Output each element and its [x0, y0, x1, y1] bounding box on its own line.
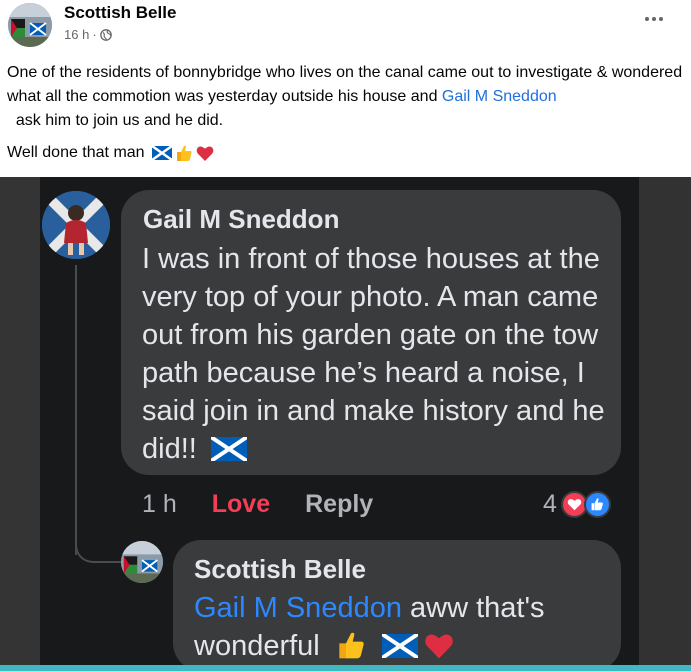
post-text-part2: ask him to join us and he did. — [7, 112, 224, 129]
post-meta: 16 h · — [64, 27, 112, 42]
scottish-flag-icon — [209, 435, 249, 463]
comment-body: I was in front of those houses at the ve… — [142, 243, 605, 465]
comment-time: 1 h — [142, 489, 177, 518]
reply-avatar-image — [121, 541, 163, 583]
post-time[interactable]: 16 h — [64, 27, 89, 42]
screenshot-right-margin — [639, 177, 691, 671]
post-text-line2: Well done that man — [7, 141, 214, 165]
screenshot-left-margin — [0, 177, 40, 671]
thumbs-up-icon — [591, 498, 604, 511]
dot-icon — [645, 17, 649, 21]
reply-author-avatar — [121, 541, 163, 583]
reply-button: Reply — [305, 489, 374, 518]
post-author-name[interactable]: Scottish Belle — [64, 3, 176, 23]
reaction-summary: 4 — [543, 487, 611, 521]
meta-separator: · — [92, 27, 97, 42]
avatar-image — [8, 3, 52, 47]
post-line2-text: Well done that man — [7, 144, 145, 161]
post-text-part1: One of the residents of bonnybridge who … — [7, 64, 683, 105]
thumbs-up-icon — [176, 145, 192, 161]
love-reaction-button: Love — [211, 489, 271, 518]
thumbs-up-icon — [339, 632, 364, 659]
scottish-flag-icon — [151, 146, 172, 160]
reaction-count: 4 — [543, 489, 557, 518]
comment-bubble: Gail M Sneddon I was in front of those h… — [121, 190, 621, 475]
commenter-avatar-image — [42, 191, 110, 259]
reply-mention: Gail M Sneddon — [194, 592, 402, 624]
post-text: One of the residents of bonnybridge who … — [7, 61, 683, 133]
post-author-avatar[interactable] — [8, 3, 52, 47]
post-mention-link[interactable]: Gail M Sneddon — [442, 88, 557, 105]
more-options-button[interactable] — [643, 12, 665, 26]
screenshot-bottom-bar — [0, 665, 691, 671]
dot-icon — [659, 17, 663, 21]
red-heart-icon — [425, 634, 453, 659]
reply-text: Gail M Sneddon aww that's wonderful — [194, 589, 614, 665]
globe-icon[interactable] — [99, 28, 112, 41]
reply-author-name: Scottish Belle — [194, 554, 366, 584]
shared-comment-screenshot[interactable]: Gail M Sneddon I was in front of those h… — [0, 177, 691, 671]
comment-actions: 1 h Love Reply — [142, 487, 373, 521]
red-heart-icon — [196, 146, 213, 161]
comment-author-name: Gail M Sneddon — [143, 204, 340, 234]
commenter-avatar — [42, 191, 110, 259]
scottish-flag-icon — [380, 632, 419, 660]
comment-text: I was in front of those houses at the ve… — [142, 240, 612, 468]
thread-connector — [75, 537, 123, 563]
reply-bubble: Scottish Belle Gail M Sneddon aww that's… — [173, 540, 621, 671]
dot-icon — [652, 17, 656, 21]
thread-line — [75, 265, 77, 555]
heart-icon — [567, 498, 582, 510]
like-reaction-icon — [583, 490, 611, 518]
